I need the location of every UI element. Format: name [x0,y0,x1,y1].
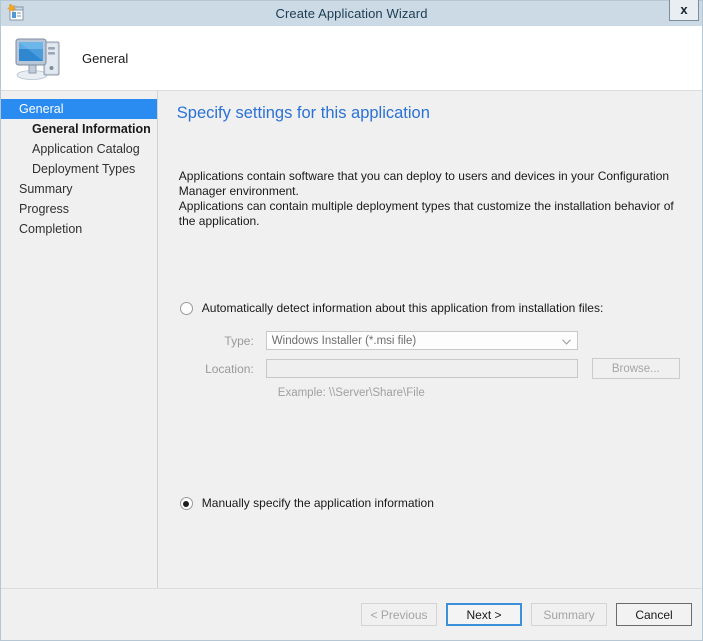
sidebar-item-deployment-types[interactable]: Deployment Types [1,159,157,179]
sidebar-item-completion[interactable]: Completion [1,219,157,239]
wizard-header: General [1,26,702,90]
manual-specify-label: Manually specify the application informa… [201,496,434,510]
type-label: Type: [224,333,254,348]
auto-detect-radio[interactable] [179,302,193,315]
wizard-body: General General Information Application … [1,90,702,588]
summary-button[interactable]: Summary [531,603,607,626]
close-button[interactable]: x [669,0,699,21]
wizard-footer: < Previous Next > Summary Cancel [1,588,702,640]
intro-line-2: Applications can contain multiple deploy… [178,199,674,228]
create-application-wizard-window: Create Application Wizard x General Gene… [0,0,703,641]
location-input[interactable] [265,359,578,378]
sidebar-item-progress[interactable]: Progress [1,199,157,219]
sidebar-item-general-information[interactable]: General Information [1,119,157,139]
sidebar-item-summary[interactable]: Summary [1,179,157,199]
next-button[interactable]: Next > [446,603,522,626]
location-row: Location: Browse... [188,358,686,379]
application-wizard-icon [7,3,24,21]
chevron-down-icon [561,337,571,349]
type-select[interactable]: Windows Installer (*.msi file) [265,331,578,350]
page-title: Specify settings for this application [176,104,430,122]
window-title: Create Application Wizard [275,6,428,21]
type-select-value: Windows Installer (*.msi file) [271,334,417,347]
intro-line-1: Applications contain software that you c… [178,169,670,198]
auto-detect-option-row: Automatically detect information about t… [179,301,686,315]
sidebar-item-general[interactable]: General [1,99,157,119]
wizard-content-panel: Specify settings for this application Ap… [157,91,702,588]
type-row: Type: Windows Installer (*.msi file) [188,331,686,350]
sidebar-item-application-catalog[interactable]: Application Catalog [1,139,157,159]
manual-option-row: Manually specify the application informa… [179,496,686,510]
computer-monitor-icon [14,34,66,82]
intro-text: Applications contain software that you c… [179,169,686,229]
location-example-text: Example: \\Server\Share\File [277,387,425,399]
location-label: Location: [205,361,254,376]
auto-detect-label: Automatically detect information about t… [201,301,604,315]
title-bar: Create Application Wizard x [1,0,702,26]
wizard-step-list: General General Information Application … [1,91,158,588]
manual-specify-radio[interactable] [179,497,193,510]
cancel-button[interactable]: Cancel [616,603,692,626]
installation-file-fields: Type: Windows Installer (*.msi file) Loc… [188,331,686,399]
wizard-step-title: General [82,50,129,66]
browse-button[interactable]: Browse... [591,358,680,379]
previous-button[interactable]: < Previous [361,603,437,626]
